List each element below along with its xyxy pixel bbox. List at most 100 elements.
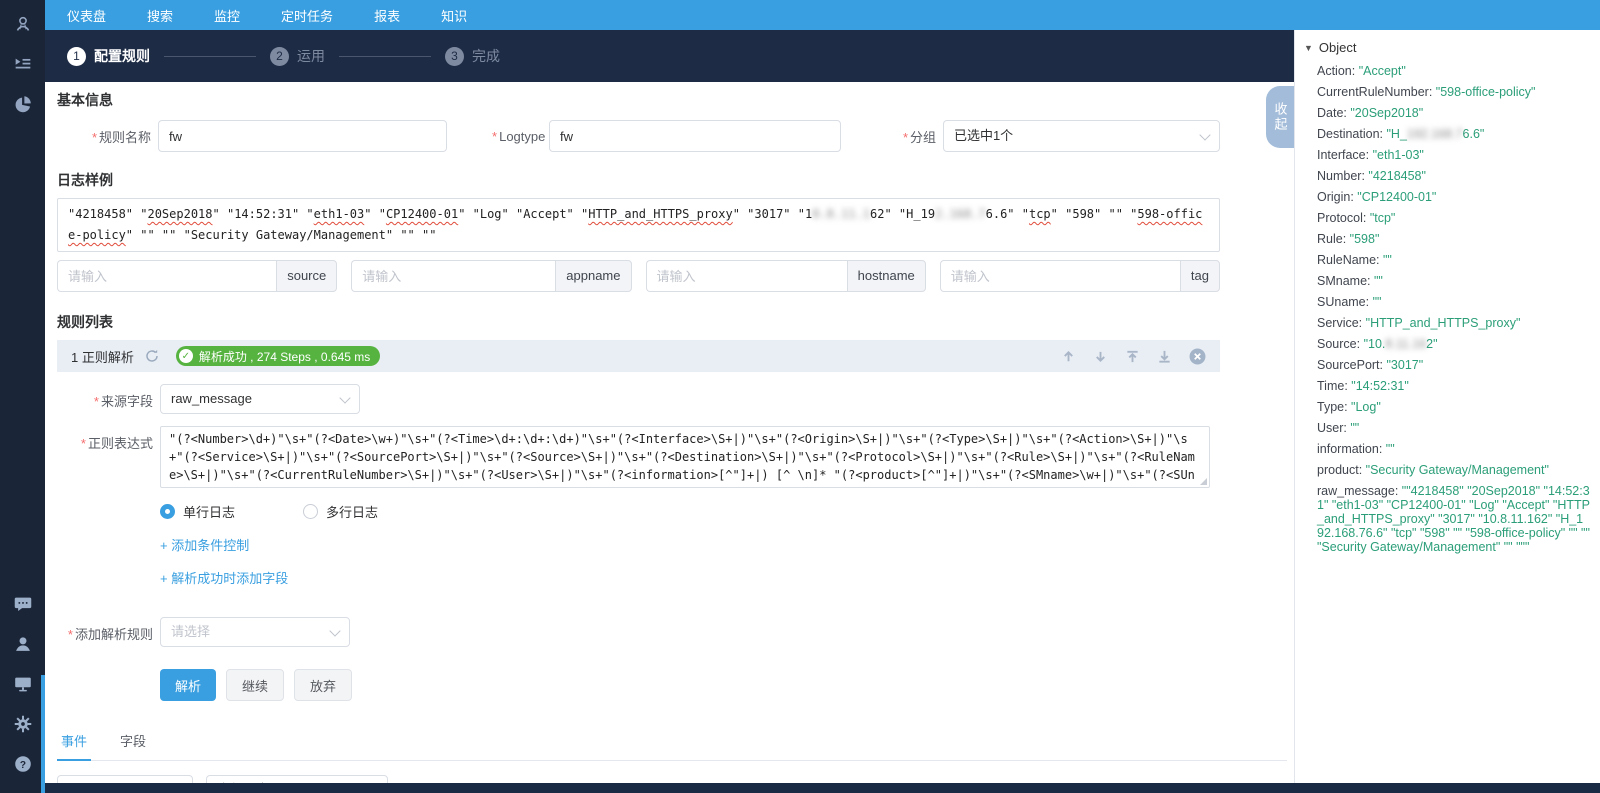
nav-tab-搜索[interactable]: 搜索 <box>147 6 173 25</box>
parse-button[interactable]: 解析 <box>160 669 216 701</box>
rule-row-title: 1 正则解析 <box>71 347 134 366</box>
step-bar: 1配置规则2运用3完成 <box>45 30 1294 82</box>
object-entry-Date: Date: "20Sep2018" <box>1317 106 1590 120</box>
tag-suffix-label: tag <box>1180 260 1220 292</box>
user-badge-icon[interactable] <box>0 4 45 44</box>
move-to-top-icon[interactable] <box>1125 349 1140 364</box>
add-parse-rule-select[interactable]: 请选择 <box>160 617 350 647</box>
regex-textarea[interactable]: "(?<Number>\d+)"\s+"(?<Date>\w+)"\s+"(?<… <box>160 426 1210 488</box>
tab-字段[interactable]: 字段 <box>116 725 150 760</box>
collapse-panel-button[interactable]: 收起 <box>1266 86 1294 148</box>
entry-value: "eth1-03" <box>1373 148 1424 162</box>
chat-icon[interactable] <box>0 584 45 624</box>
move-up-icon[interactable] <box>1061 349 1076 364</box>
nav-tab-报表[interactable]: 报表 <box>374 6 400 25</box>
close-icon[interactable] <box>1189 348 1206 365</box>
step-3: 3 完成 <box>445 46 500 66</box>
abandon-button[interactable]: 放弃 <box>294 669 352 701</box>
object-tree-root[interactable]: ▼ Object <box>1304 40 1590 55</box>
object-tree-root-label: Object <box>1319 40 1357 55</box>
entry-value: "CP12400-01" <box>1357 190 1436 204</box>
sample-input-appname: appname <box>351 260 631 292</box>
entry-key: Date: <box>1317 106 1350 120</box>
source-field-row: 来源字段 raw_message <box>57 384 1294 414</box>
sample-input-tag: tag <box>940 260 1220 292</box>
add-parse-rule-row: 添加解析规则 请选择 <box>57 617 1294 647</box>
object-tree-entries: Action: "Accept"CurrentRuleNumber: "598-… <box>1304 64 1590 554</box>
pie-chart-icon[interactable] <box>0 84 45 124</box>
nav-tab-监控[interactable]: 监控 <box>214 6 240 25</box>
log-text: 62" "H_19 <box>870 207 935 221</box>
step-number: 3 <box>445 47 464 66</box>
menu-list-icon[interactable] <box>0 44 45 84</box>
log-token: tcp <box>1029 207 1051 221</box>
sample-extract-inputs: source appname hostname tag <box>57 260 1220 292</box>
object-entry-Rule: Rule: "598" <box>1317 232 1590 246</box>
logtype-label: Logtype <box>492 129 542 144</box>
source-input[interactable] <box>57 260 276 292</box>
multi-line-radio[interactable] <box>303 504 318 519</box>
entry-value: "20Sep2018" <box>1350 106 1423 120</box>
log-sample-box[interactable]: "4218458" "20Sep2018" "14:52:31" "eth1-0… <box>57 198 1220 252</box>
entry-value: "14:52:31" <box>1351 379 1409 393</box>
source-suffix-label: source <box>276 260 337 292</box>
entry-key: Type: <box>1317 400 1351 414</box>
step-connector <box>339 56 431 57</box>
entry-value: "Security Gateway/Management" <box>1366 463 1549 477</box>
entry-value: "3017" <box>1386 358 1423 372</box>
appname-input[interactable] <box>351 260 555 292</box>
entry-value: "598" <box>1350 232 1380 246</box>
source-field-label: 来源字段 <box>57 384 153 414</box>
object-entry-product: product: "Security Gateway/Management" <box>1317 463 1590 477</box>
main-content: 基本信息 规则名称 Logtype 分组 已选中1个 日志样例 "4218458… <box>45 82 1294 784</box>
gear-icon[interactable] <box>0 704 45 744</box>
chevron-down-icon <box>339 392 350 403</box>
continue-button[interactable]: 继续 <box>226 669 284 701</box>
entry-key: SUname: <box>1317 295 1373 309</box>
single-line-radio[interactable] <box>160 504 175 519</box>
log-text: " "Log" "Accept" " <box>458 207 588 221</box>
rule-list-title: 规则列表 <box>57 312 1294 332</box>
refresh-icon[interactable] <box>144 348 160 364</box>
tag-input[interactable] <box>940 260 1180 292</box>
regex-label: 正则表达式 <box>57 426 153 488</box>
object-entry-Destination: Destination: "H_192.168.76.6" <box>1317 127 1590 141</box>
logtype-input[interactable] <box>549 120 841 152</box>
step-label: 完成 <box>472 46 500 66</box>
group-label: 分组 <box>903 127 936 146</box>
entry-key: SourcePort: <box>1317 358 1386 372</box>
object-entry-Protocol: Protocol: "tcp" <box>1317 211 1590 225</box>
nav-tab-仪表盘[interactable]: 仪表盘 <box>67 6 106 25</box>
tab-事件[interactable]: 事件 <box>57 725 91 761</box>
object-entry-Source: Source: "10.8.11.162" <box>1317 337 1590 351</box>
top-navbar: 仪表盘 搜索 监控 定时任务 报表 知识 <box>45 0 1600 30</box>
entry-key: product: <box>1317 463 1366 477</box>
entry-value: "" <box>1386 442 1395 456</box>
monitor-icon[interactable] <box>0 664 45 704</box>
nav-tab-定时任务[interactable]: 定时任务 <box>281 6 333 25</box>
hostname-input[interactable] <box>646 260 847 292</box>
entry-value: "" <box>1373 295 1382 309</box>
group-select[interactable]: 已选中1个 <box>943 120 1220 152</box>
nav-tab-知识[interactable]: 知识 <box>441 6 467 25</box>
sample-input-hostname: hostname <box>646 260 926 292</box>
log-text: " "3017" "1 <box>733 207 812 221</box>
user-icon[interactable] <box>0 624 45 664</box>
add-field-on-success-link[interactable]: + 解析成功时添加字段 <box>160 568 1294 587</box>
rule-name-input[interactable] <box>158 120 447 152</box>
move-down-icon[interactable] <box>1093 349 1108 364</box>
object-entry-SUname: SUname: "" <box>1317 295 1590 309</box>
step-number: 2 <box>270 47 289 66</box>
parse-success-text: 解析成功 , 274 Steps , 0.645 ms <box>199 348 370 365</box>
object-entry-Action: Action: "Accept" <box>1317 64 1590 78</box>
entry-key: SMname: <box>1317 274 1374 288</box>
move-to-bottom-icon[interactable] <box>1157 349 1172 364</box>
help-icon[interactable]: ? <box>0 744 45 784</box>
log-text: " " <box>364 207 386 221</box>
add-condition-link[interactable]: + 添加条件控制 <box>160 535 1294 554</box>
object-entry-SourcePort: SourcePort: "3017" <box>1317 358 1590 372</box>
redacted-text: 8.11.16 <box>1385 337 1426 351</box>
log-text: " "14:52:31" " <box>213 207 314 221</box>
object-entry-information: information: "" <box>1317 442 1590 456</box>
source-field-select[interactable]: raw_message <box>160 384 360 414</box>
